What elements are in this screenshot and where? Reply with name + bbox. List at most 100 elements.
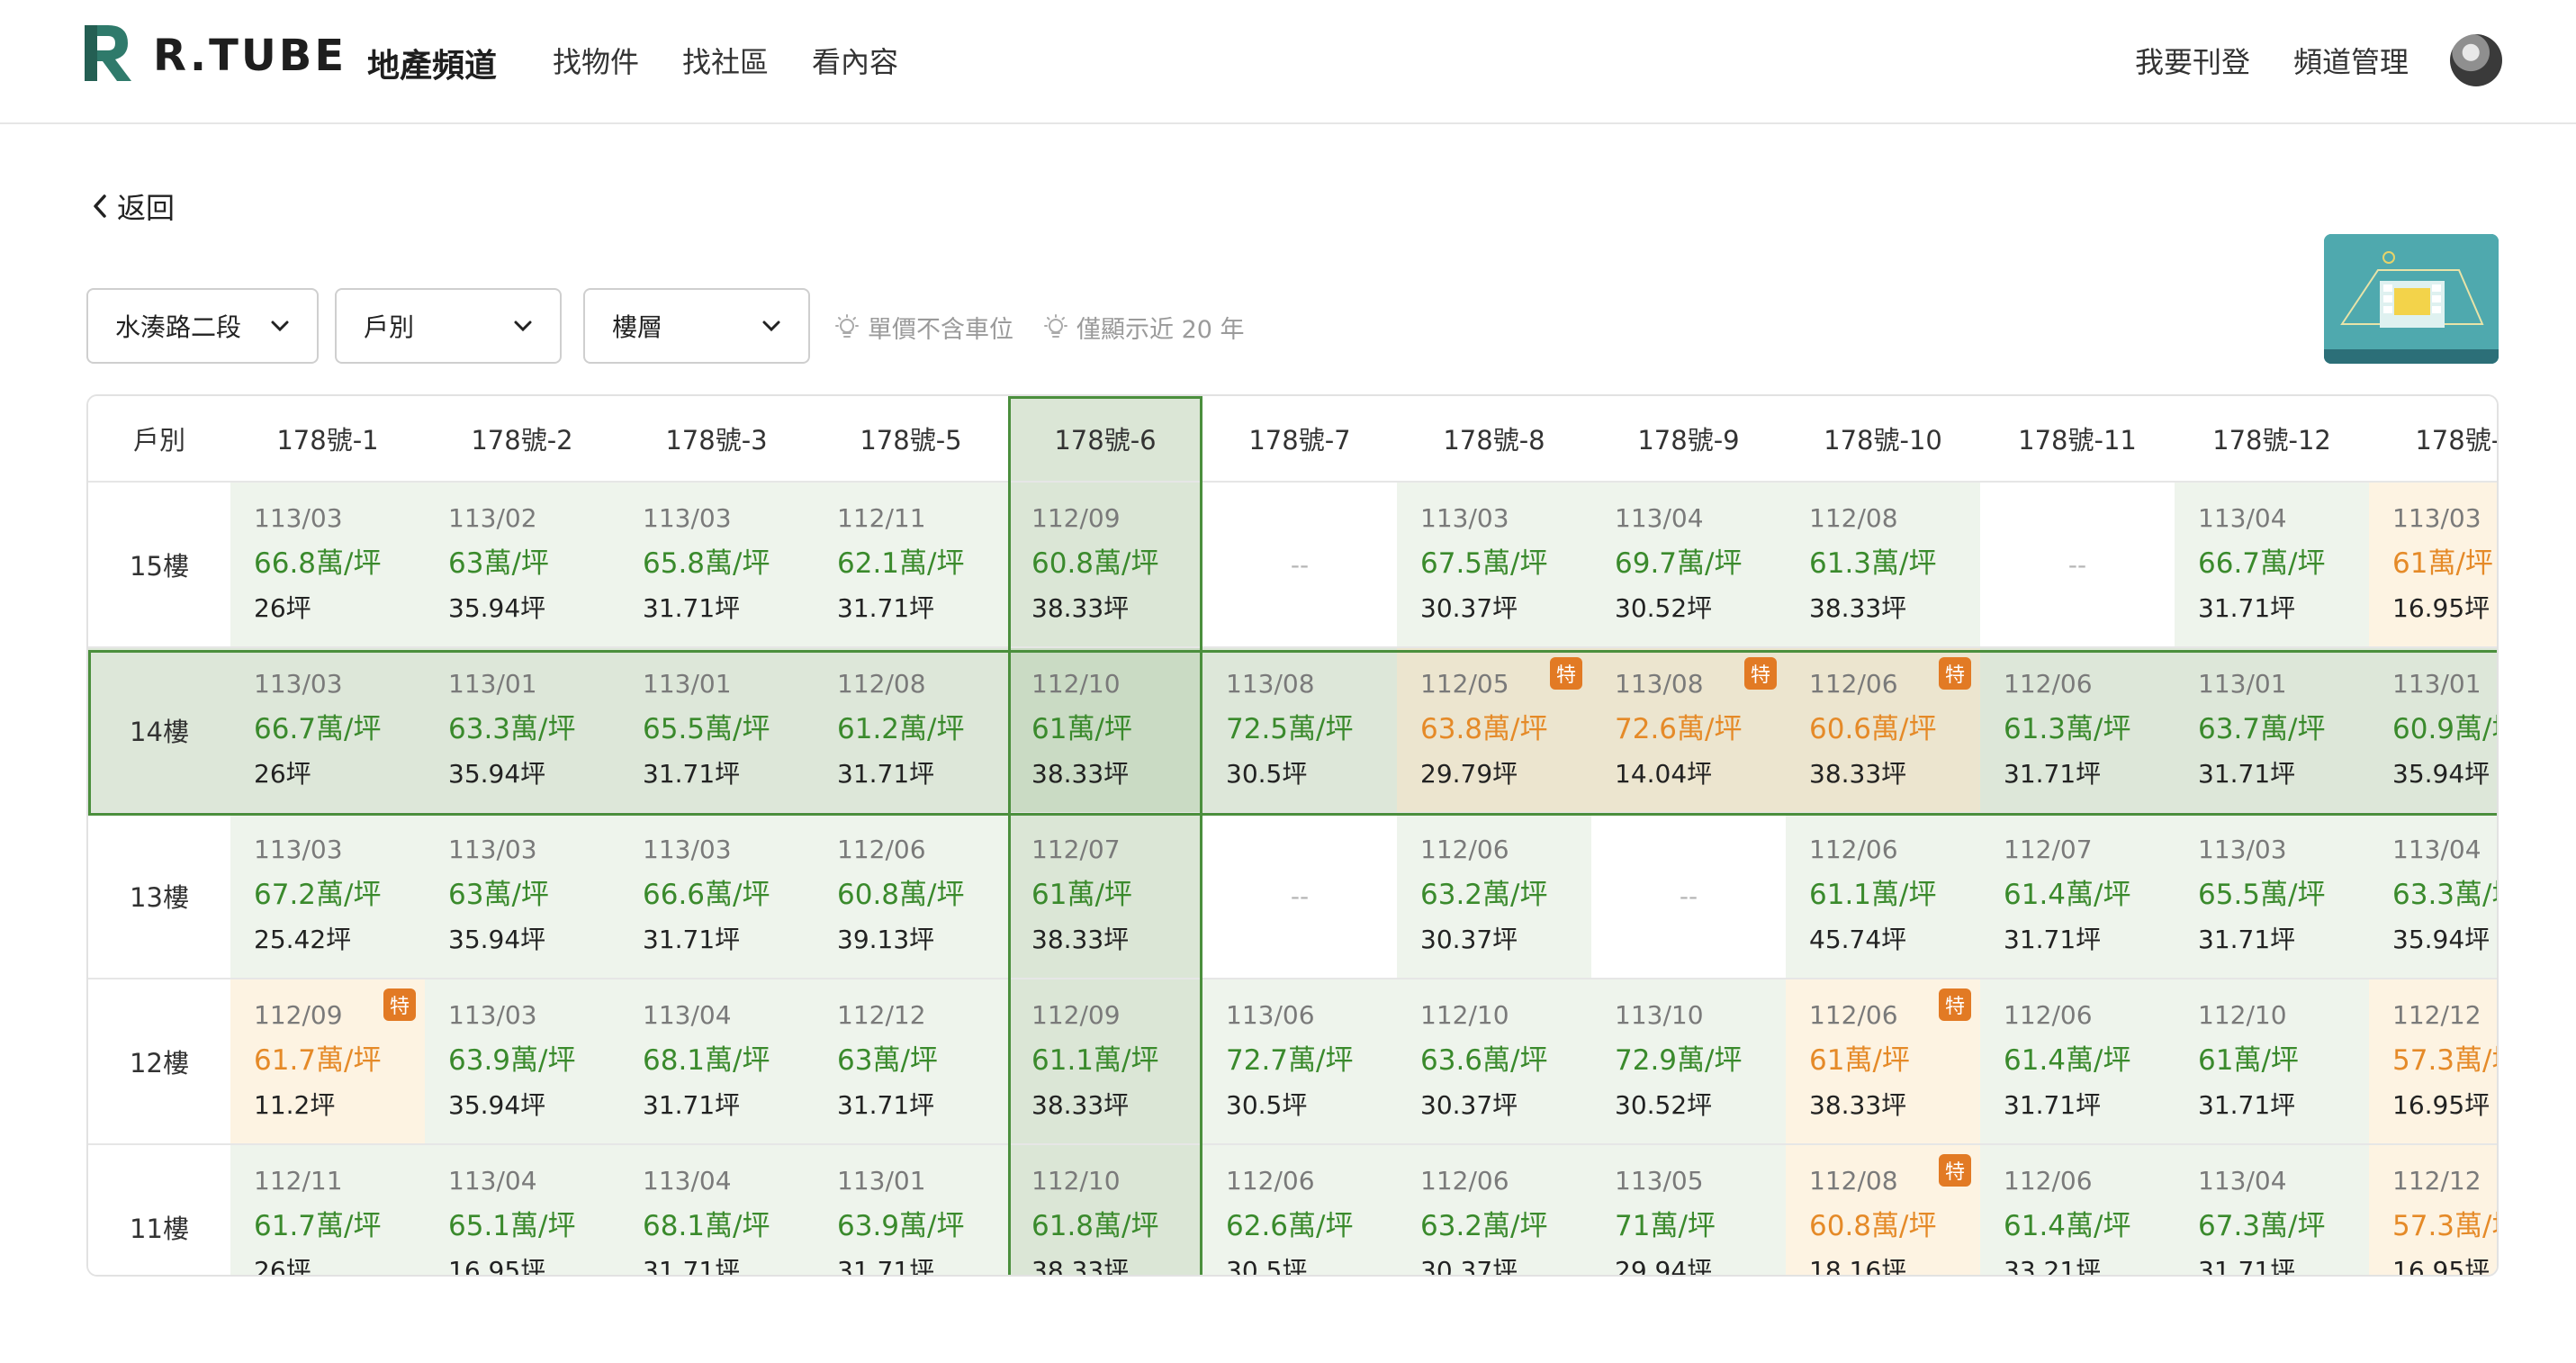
column-header[interactable]: 178號-1 bbox=[230, 396, 425, 483]
unit-price-cell[interactable]: 113/04 65.1萬/坪 16.95坪 bbox=[425, 1145, 619, 1275]
nav-channel-management[interactable]: 頻道管理 bbox=[2293, 40, 2409, 81]
back-button[interactable]: 返回 bbox=[90, 185, 175, 227]
floor-header[interactable]: 13樓 bbox=[88, 814, 230, 979]
column-header[interactable]: 178號-1 bbox=[2369, 396, 2497, 483]
column-header[interactable]: 178號-3 bbox=[619, 396, 814, 483]
unit-price-cell[interactable]: 113/03 66.8萬/坪 26坪 bbox=[230, 483, 425, 648]
unit-price-cell[interactable]: 112/08 60.8萬/坪 18.16坪特 bbox=[1786, 1145, 1980, 1275]
unit-price-cell[interactable]: 112/07 61.4萬/坪 31.71坪 bbox=[1980, 814, 2175, 979]
column-header[interactable]: 178號-5 bbox=[814, 396, 1008, 483]
transaction-date: 112/12 bbox=[2392, 1166, 2481, 1196]
unit-price: 67.5萬/坪 bbox=[1420, 547, 1548, 580]
unit-price-cell[interactable]: 113/03 66.6萬/坪 31.71坪 bbox=[619, 814, 814, 979]
column-header[interactable]: 178號-2 bbox=[425, 396, 619, 483]
unit-price-cell[interactable]: 113/04 69.7萬/坪 30.52坪 bbox=[1591, 483, 1786, 648]
unit-price-cell[interactable]: 112/05 63.8萬/坪 29.79坪特 bbox=[1397, 648, 1591, 814]
unit-price-cell[interactable]: 112/12 63萬/坪 31.71坪 bbox=[814, 979, 1008, 1145]
unit-price-cell[interactable]: 113/04 67.3萬/坪 31.71坪 bbox=[2175, 1145, 2369, 1275]
unit-price-cell[interactable]: 112/12 57.3萬/坪 16.95坪 bbox=[2369, 1145, 2497, 1275]
unit-price-cell[interactable]: 112/12 57.3萬/坪 16.95坪 bbox=[2369, 979, 2497, 1145]
unit-price: 61萬/坪 bbox=[1809, 1044, 1910, 1077]
unit-price-cell[interactable]: 113/08 72.5萬/坪 30.5坪 bbox=[1202, 648, 1397, 814]
unit-price: 63萬/坪 bbox=[448, 547, 549, 580]
unit-price-cell[interactable]: 112/10 63.6萬/坪 30.37坪 bbox=[1397, 979, 1591, 1145]
unit-price-cell[interactable]: 112/07 61萬/坪 38.33坪 bbox=[1008, 814, 1202, 979]
unit-price-cell[interactable]: 112/10 61.8萬/坪 38.33坪 bbox=[1008, 1145, 1202, 1275]
unit-price-cell[interactable]: 113/03 61萬/坪 16.95坪 bbox=[2369, 483, 2497, 648]
unit-price-cell[interactable]: 113/03 66.7萬/坪 26坪 bbox=[230, 648, 425, 814]
unit-price: 63.6萬/坪 bbox=[1420, 1044, 1548, 1077]
brand-name[interactable]: R.TUBE bbox=[153, 31, 347, 81]
floor-header[interactable]: 12樓 bbox=[88, 979, 230, 1145]
rtube-logo-icon[interactable] bbox=[81, 22, 135, 85]
unit-price-cell[interactable]: 112/09 61.7萬/坪 11.2坪特 bbox=[230, 979, 425, 1145]
unit-area: 38.33坪 bbox=[1031, 925, 1130, 954]
unit-price-cell[interactable]: 112/08 61.3萬/坪 38.33坪 bbox=[1786, 483, 1980, 648]
unit-price-cell[interactable]: 112/06 61.3萬/坪 31.71坪 bbox=[1980, 648, 2175, 814]
unit-price: 65.5萬/坪 bbox=[2198, 879, 2326, 911]
unit-price-cell[interactable]: 113/01 60.9萬/坪 35.94坪 bbox=[2369, 648, 2497, 814]
unit-area: 31.71坪 bbox=[2004, 1090, 2102, 1120]
unit-price-cell[interactable]: 113/04 68.1萬/坪 31.71坪 bbox=[619, 979, 814, 1145]
unit-price-cell[interactable]: 112/10 61萬/坪 31.71坪 bbox=[2175, 979, 2369, 1145]
road-select[interactable]: 水湊路二段 bbox=[86, 288, 319, 364]
unit-price-cell[interactable]: 112/10 61萬/坪 38.33坪 bbox=[1008, 648, 1202, 814]
unit-price-cell[interactable]: 113/10 72.9萬/坪 30.52坪 bbox=[1591, 979, 1786, 1145]
column-header[interactable]: 178號-11 bbox=[1980, 396, 2175, 483]
unit-area: 30.37坪 bbox=[1420, 1090, 1518, 1120]
nav-find-property[interactable]: 找物件 bbox=[553, 40, 639, 81]
unit-price-cell[interactable]: 112/08 61.2萬/坪 31.71坪 bbox=[814, 648, 1008, 814]
unit-price-cell[interactable]: 113/03 63萬/坪 35.94坪 bbox=[425, 814, 619, 979]
unit-price-cell[interactable]: 112/06 61.4萬/坪 31.71坪 bbox=[1980, 979, 2175, 1145]
unit-price-cell[interactable]: 113/01 63.9萬/坪 31.71坪 bbox=[814, 1145, 1008, 1275]
unit-price-cell[interactable]: 112/06 60.8萬/坪 39.13坪 bbox=[814, 814, 1008, 979]
unit-price-cell[interactable]: 112/06 61.1萬/坪 45.74坪 bbox=[1786, 814, 1980, 979]
unit-price: 61.1萬/坪 bbox=[1031, 1044, 1159, 1077]
user-avatar[interactable] bbox=[2450, 34, 2502, 86]
unit-price-cell[interactable]: 113/03 67.2萬/坪 25.42坪 bbox=[230, 814, 425, 979]
unit-price-cell[interactable]: 113/04 63.3萬/坪 35.94坪 bbox=[2369, 814, 2497, 979]
unit-price-cell[interactable]: 112/06 61.4萬/坪 33.21坪 bbox=[1980, 1145, 2175, 1275]
column-header[interactable]: 178號-8 bbox=[1397, 396, 1591, 483]
unit-price-cell[interactable]: 112/11 61.7萬/坪 26坪 bbox=[230, 1145, 425, 1275]
unit-price-cell[interactable]: 113/03 65.5萬/坪 31.71坪 bbox=[2175, 814, 2369, 979]
floor-header[interactable]: 11樓 bbox=[88, 1145, 230, 1275]
unit-price-cell[interactable]: 113/03 65.8萬/坪 31.71坪 bbox=[619, 483, 814, 648]
unit-price: 60.6萬/坪 bbox=[1809, 713, 1937, 745]
unit-select[interactable]: 戶別 bbox=[335, 288, 562, 364]
floor-select[interactable]: 樓層 bbox=[583, 288, 810, 364]
unit-price-cell[interactable]: 113/04 66.7萬/坪 31.71坪 bbox=[2175, 483, 2369, 648]
building-thumbnail[interactable] bbox=[2324, 234, 2499, 364]
column-header[interactable]: 178號-12 bbox=[2175, 396, 2369, 483]
column-header-label: 178號-11 bbox=[2018, 425, 2137, 456]
floor-header[interactable]: 15樓 bbox=[88, 483, 230, 648]
column-header[interactable]: 178號-10 bbox=[1786, 396, 1980, 483]
unit-price-cell[interactable]: 113/03 63.9萬/坪 35.94坪 bbox=[425, 979, 619, 1145]
column-header[interactable]: 178號-7 bbox=[1202, 396, 1397, 483]
unit-price-cell[interactable]: 112/06 60.6萬/坪 38.33坪特 bbox=[1786, 648, 1980, 814]
unit-price-cell[interactable]: 113/02 63萬/坪 35.94坪 bbox=[425, 483, 619, 648]
unit-price-cell[interactable]: 113/05 71萬/坪 29.94坪 bbox=[1591, 1145, 1786, 1275]
unit-price-cell[interactable]: 113/08 72.6萬/坪 14.04坪特 bbox=[1591, 648, 1786, 814]
unit-price-cell[interactable]: 112/09 61.1萬/坪 38.33坪 bbox=[1008, 979, 1202, 1145]
nav-post-listing[interactable]: 我要刊登 bbox=[2135, 40, 2250, 81]
column-header[interactable]: 178號-6 bbox=[1008, 396, 1202, 483]
unit-price-cell[interactable]: 113/01 63.3萬/坪 35.94坪 bbox=[425, 648, 619, 814]
floor-select-value: 樓層 bbox=[612, 312, 663, 342]
unit-price-cell[interactable]: 113/06 72.7萬/坪 30.5坪 bbox=[1202, 979, 1397, 1145]
unit-price-cell[interactable]: 112/06 62.6萬/坪 30.5坪 bbox=[1202, 1145, 1397, 1275]
unit-price-cell[interactable]: 113/04 68.1萬/坪 31.71坪 bbox=[619, 1145, 814, 1275]
nav-find-community[interactable]: 找社區 bbox=[682, 40, 769, 81]
unit-price-cell[interactable]: 112/06 63.2萬/坪 30.37坪 bbox=[1397, 1145, 1591, 1275]
unit-price-cell[interactable]: 113/01 63.7萬/坪 31.71坪 bbox=[2175, 648, 2369, 814]
unit-price-cell[interactable]: 112/06 61萬/坪 38.33坪特 bbox=[1786, 979, 1980, 1145]
nav-view-content[interactable]: 看內容 bbox=[812, 40, 898, 81]
unit-price-cell[interactable]: 112/06 63.2萬/坪 30.37坪 bbox=[1397, 814, 1591, 979]
floor-header[interactable]: 14樓 bbox=[88, 648, 230, 814]
column-header[interactable]: 178號-9 bbox=[1591, 396, 1786, 483]
unit-price-cell[interactable]: 112/09 60.8萬/坪 38.33坪 bbox=[1008, 483, 1202, 648]
unit-price-cell[interactable]: 112/11 62.1萬/坪 31.71坪 bbox=[814, 483, 1008, 648]
transaction-date: 112/10 bbox=[1031, 1166, 1121, 1196]
unit-price-cell[interactable]: 113/03 67.5萬/坪 30.37坪 bbox=[1397, 483, 1591, 648]
unit-price-cell[interactable]: 113/01 65.5萬/坪 31.71坪 bbox=[619, 648, 814, 814]
